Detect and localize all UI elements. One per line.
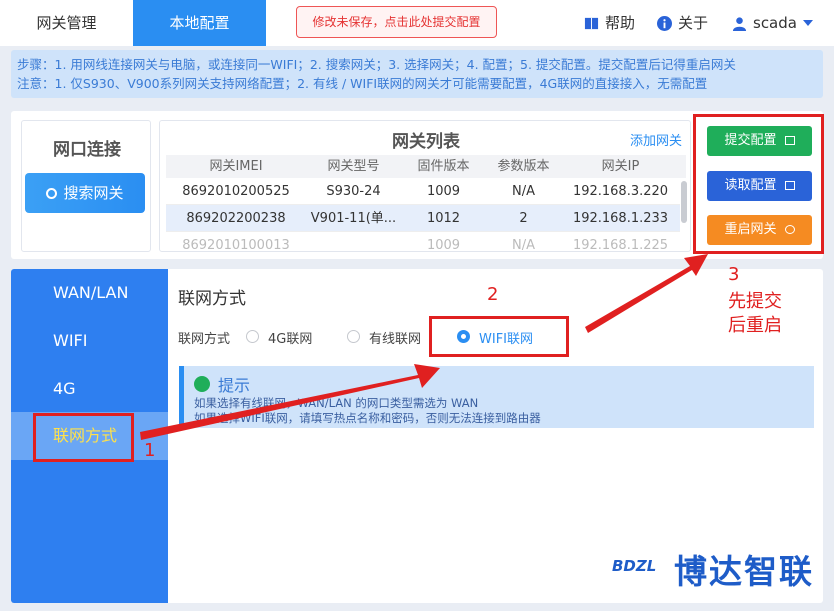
brand-logo: BDZL 博达智联 xyxy=(612,541,822,593)
table-row[interactable]: 869202200238 V901-11(单... 1012 2 192.168… xyxy=(166,205,680,232)
highlight-sidebar-network-mode xyxy=(33,413,134,462)
table-header: 网关IMEI 网关型号 固件版本 参数版本 网关IP xyxy=(166,155,686,178)
cell-imei: 8692010200525 xyxy=(182,184,290,199)
cell-ip: 192.168.1.225 xyxy=(572,238,669,252)
cell-param: N/A xyxy=(512,184,535,199)
annotation-step-3-text: 先提交后重启 xyxy=(728,291,782,336)
tip-line: 如果选择WIFI联网，请填写热点名称和密码，否则无法连接到路由器 xyxy=(194,411,541,425)
cell-param: N/A xyxy=(512,238,535,252)
port-connection-title: 网口连接 xyxy=(53,140,121,160)
radio-wired[interactable] xyxy=(347,330,360,343)
steps-line: 步骤：1. 用网线连接网关与电脑，或连接同一WIFI；2. 搜索网关；3. 选择… xyxy=(17,57,736,72)
sidebar-item-wan-lan[interactable]: WAN/LAN xyxy=(11,269,168,317)
logo-badge: BDZL xyxy=(612,557,657,575)
logo-text: 博达智联 xyxy=(674,552,814,591)
cell-model: S930-24 xyxy=(326,184,381,199)
cell-model: V901-11(单... xyxy=(310,211,397,226)
cell-imei: 8692010100013 xyxy=(182,238,290,252)
tab-local-config[interactable]: 本地配置 xyxy=(133,0,266,46)
cell-firmware: 1009 xyxy=(426,184,461,199)
add-gateway-link[interactable]: 添加网关 xyxy=(630,130,682,149)
cell-firmware: 1012 xyxy=(426,211,461,226)
notes-line: 注意：1. 仅S930、V900系列网关支持网络配置；2. 有线 / WIFI联… xyxy=(17,76,708,91)
col-firmware: 固件版本 xyxy=(417,159,470,174)
cell-firmware: 1009 xyxy=(426,238,461,252)
search-gateway-button[interactable]: 搜索网关 xyxy=(25,173,145,213)
annotation-step-3: 3 xyxy=(728,264,740,285)
restart-gateway-label: 重启网关 xyxy=(724,222,777,237)
about-label: 关于 xyxy=(678,14,709,32)
cell-imei: 869202200238 xyxy=(186,211,286,226)
sidebar-item-4g[interactable]: 4G xyxy=(11,365,168,413)
table-row[interactable]: 8692010200525 S930-24 1009 N/A 192.168.3… xyxy=(166,178,680,205)
refresh-icon xyxy=(784,225,795,234)
network-mode-label: 联网方式 xyxy=(178,332,231,347)
info-icon xyxy=(657,15,672,31)
about-link[interactable]: 关于 xyxy=(657,0,708,46)
cell-param: 2 xyxy=(519,211,528,226)
caret-down-icon xyxy=(802,20,813,26)
top-bar: 网关管理 本地配置 修改未保存，点击此处提交配置 帮助 关于 scada xyxy=(0,0,834,46)
tip-line: 如果选择有线联网，WAN/LAN 的网口类型需选为 WAN xyxy=(194,396,479,410)
gateway-list-card: 网关列表 添加网关 网关IMEI 网关型号 固件版本 参数版本 网关IP 869… xyxy=(159,120,691,252)
radio-4g-label: 4G联网 xyxy=(268,332,313,347)
search-gateway-label: 搜索网关 xyxy=(63,184,124,202)
col-model: 网关型号 xyxy=(327,159,380,174)
help-label: 帮助 xyxy=(605,14,636,32)
section-title: 联网方式 xyxy=(178,289,246,309)
tip-title: 提示 xyxy=(218,376,251,395)
submit-config-button[interactable]: 提交配置 xyxy=(707,126,812,156)
table-scrollbar[interactable] xyxy=(681,181,687,223)
folder-icon xyxy=(784,181,795,190)
save-icon xyxy=(784,136,795,145)
user-icon xyxy=(732,16,747,31)
gateway-list-title: 网关列表 xyxy=(392,132,460,152)
col-imei: 网关IMEI xyxy=(209,159,263,174)
search-icon xyxy=(46,188,58,199)
steps-banner: 步骤：1. 用网线连接网关与电脑，或连接同一WIFI；2. 搜索网关；3. 选择… xyxy=(11,50,823,98)
user-menu[interactable]: scada xyxy=(732,0,813,46)
megaphone-icon xyxy=(194,376,210,392)
username: scada xyxy=(753,14,797,32)
cell-ip: 192.168.1.233 xyxy=(572,211,669,226)
tip-box: 提示 如果选择有线联网，WAN/LAN 的网口类型需选为 WAN 如果选择WIF… xyxy=(179,366,814,428)
table-row[interactable]: 8692010100013 1009 N/A 192.168.1.225 xyxy=(166,232,680,252)
tab-gateway-management[interactable]: 网关管理 xyxy=(0,0,133,46)
unsaved-notice-button[interactable]: 修改未保存，点击此处提交配置 xyxy=(296,6,497,38)
annotation-step-1: 1 xyxy=(144,440,156,461)
read-config-button[interactable]: 读取配置 xyxy=(707,171,812,201)
help-link[interactable]: 帮助 xyxy=(584,0,635,46)
cell-model xyxy=(306,232,401,251)
radio-4g[interactable] xyxy=(246,330,259,343)
cell-ip: 192.168.3.220 xyxy=(572,184,669,199)
submit-config-label: 提交配置 xyxy=(724,133,777,148)
annotation-step-2: 2 xyxy=(487,284,499,305)
highlight-wifi-option xyxy=(429,316,569,357)
book-icon xyxy=(584,17,599,29)
col-param: 参数版本 xyxy=(497,159,550,174)
read-config-label: 读取配置 xyxy=(724,178,777,193)
col-ip: 网关IP xyxy=(601,159,640,174)
restart-gateway-button[interactable]: 重启网关 xyxy=(707,215,812,245)
radio-wired-label: 有线联网 xyxy=(369,332,422,347)
action-buttons-highlight: 提交配置 读取配置 重启网关 xyxy=(693,114,824,254)
sidebar-item-wifi[interactable]: WIFI xyxy=(11,317,168,365)
